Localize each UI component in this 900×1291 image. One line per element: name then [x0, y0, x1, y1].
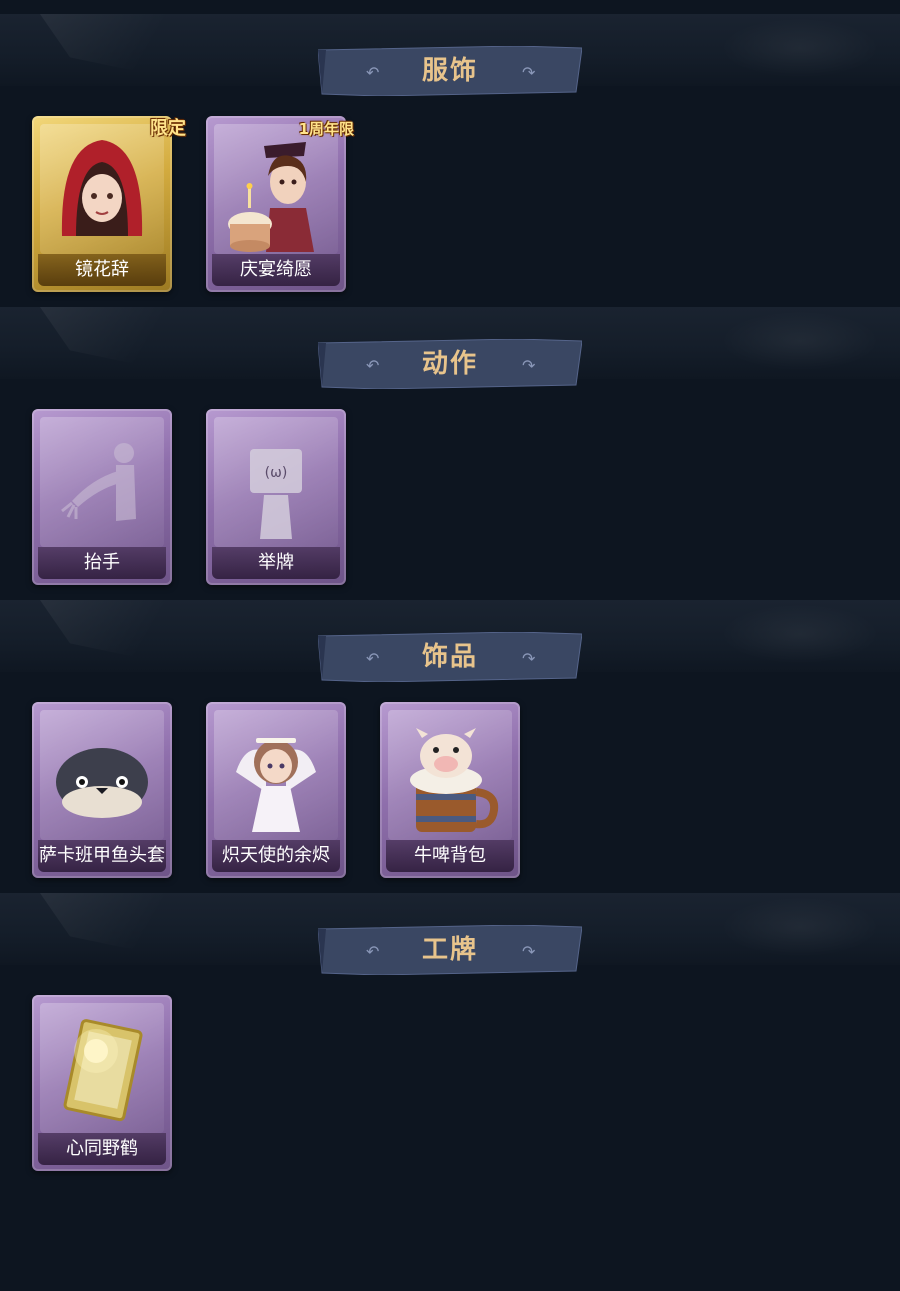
item-card-chitianshi[interactable]: 炽天使的余烬 — [206, 702, 346, 878]
item-label: 举牌 — [258, 552, 294, 573]
item-card-taishou[interactable]: 抬手 — [32, 409, 172, 585]
item-card-jinghuaci[interactable]: 限定 镜花辞 — [32, 116, 186, 292]
item-card-xintongyehe[interactable]: 心同野鹤 — [32, 995, 172, 1171]
item-label: 炽天使的余烬 — [222, 845, 330, 866]
item-card-sakabanjiayu[interactable]: 萨卡班甲鱼头套 — [32, 702, 172, 878]
section-actions: ↶ ↷ 动作 抬手 (ω) 举牌 — [0, 307, 900, 600]
item-card-qingyanqiyuan[interactable]: 1周年限 庆宴绮愿 — [206, 116, 354, 292]
item-card-niupibeibao[interactable]: 牛啤背包 — [380, 702, 520, 878]
item-label: 庆宴绮愿 — [240, 259, 312, 280]
item-label: 镜花辞 — [75, 259, 129, 280]
item-label: 抬手 — [84, 552, 120, 573]
anniversary-badge: 1周年限 — [298, 120, 354, 138]
section-badges: ↶ ↷ 工牌 心同野鹤 — [0, 893, 900, 1186]
item-grid: 心同野鹤 — [0, 973, 900, 1183]
item-label: 牛啤背包 — [414, 845, 486, 866]
item-grid: 萨卡班甲鱼头套 炽天使的余烬 牛啤背包 — [0, 680, 900, 890]
section-outfits: ↶ ↷ 服饰 限定 镜花辞 1周年限 庆宴绮愿 — [0, 14, 900, 307]
section-title: 工牌 — [421, 935, 478, 965]
section-title-banner: ↶ ↷ 饰品 — [318, 632, 582, 682]
section-title: 饰品 — [421, 642, 478, 672]
svg-text:(ω): (ω) — [265, 465, 288, 481]
section-title-banner: ↶ ↷ 服饰 — [318, 46, 582, 96]
section-title-banner: ↶ ↷ 工牌 — [318, 925, 582, 975]
section-title: 服饰 — [421, 56, 478, 86]
section-accessories: ↶ ↷ 饰品 萨卡班甲鱼头套 炽天使的余烬 牛啤背包 — [0, 600, 900, 893]
limited-badge: 限定 — [150, 118, 186, 139]
item-grid: 抬手 (ω) 举牌 — [0, 387, 900, 597]
section-title-banner: ↶ ↷ 动作 — [318, 339, 582, 389]
item-grid: 限定 镜花辞 1周年限 庆宴绮愿 — [0, 94, 900, 304]
item-label: 心同野鹤 — [66, 1138, 138, 1159]
section-title: 动作 — [421, 349, 478, 379]
item-card-jupai[interactable]: (ω) 举牌 — [206, 409, 346, 585]
item-label: 萨卡班甲鱼头套 — [39, 845, 165, 866]
